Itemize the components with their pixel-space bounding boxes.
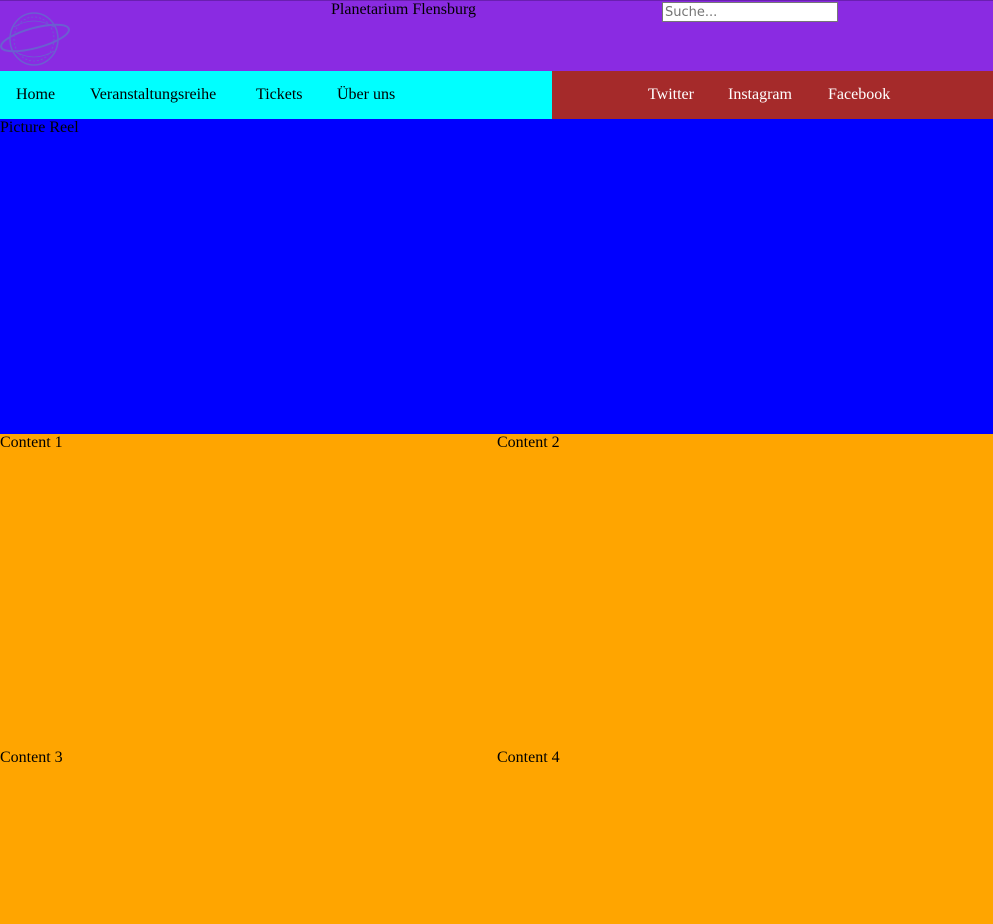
content-block-2: Content 2 bbox=[497, 434, 993, 749]
content-block-label: Content 2 bbox=[497, 434, 560, 451]
content-block-label: Content 4 bbox=[497, 749, 560, 766]
content-block-4: Content 4 bbox=[497, 749, 993, 924]
content-block-label: Content 3 bbox=[0, 749, 63, 766]
site-header: Planetarium Flensburg bbox=[0, 0, 993, 71]
content-block-label: Content 1 bbox=[0, 434, 63, 451]
picture-reel-label: Picture Reel bbox=[0, 119, 79, 136]
nav-item-tickets[interactable]: Tickets bbox=[256, 71, 303, 119]
search-input[interactable] bbox=[662, 2, 838, 22]
nav-item-ueber-uns[interactable]: Über uns bbox=[337, 71, 395, 119]
nav-item-veranstaltungsreihe[interactable]: Veranstaltungsreihe bbox=[90, 71, 216, 119]
content-block-3: Content 3 bbox=[0, 749, 497, 924]
main-nav: Home Veranstaltungsreihe Tickets Über un… bbox=[0, 71, 552, 119]
site-title: Planetarium Flensburg bbox=[331, 1, 477, 18]
nav-item-home[interactable]: Home bbox=[16, 71, 55, 119]
social-link-instagram[interactable]: Instagram bbox=[728, 71, 792, 119]
planet-ring-logo-icon[interactable] bbox=[0, 5, 72, 69]
social-nav: Twitter Instagram Facebook bbox=[552, 71, 993, 119]
picture-reel: Picture Reel bbox=[0, 119, 993, 434]
content-block-1: Content 1 bbox=[0, 434, 497, 749]
social-link-facebook[interactable]: Facebook bbox=[828, 71, 890, 119]
social-link-twitter[interactable]: Twitter bbox=[648, 71, 694, 119]
